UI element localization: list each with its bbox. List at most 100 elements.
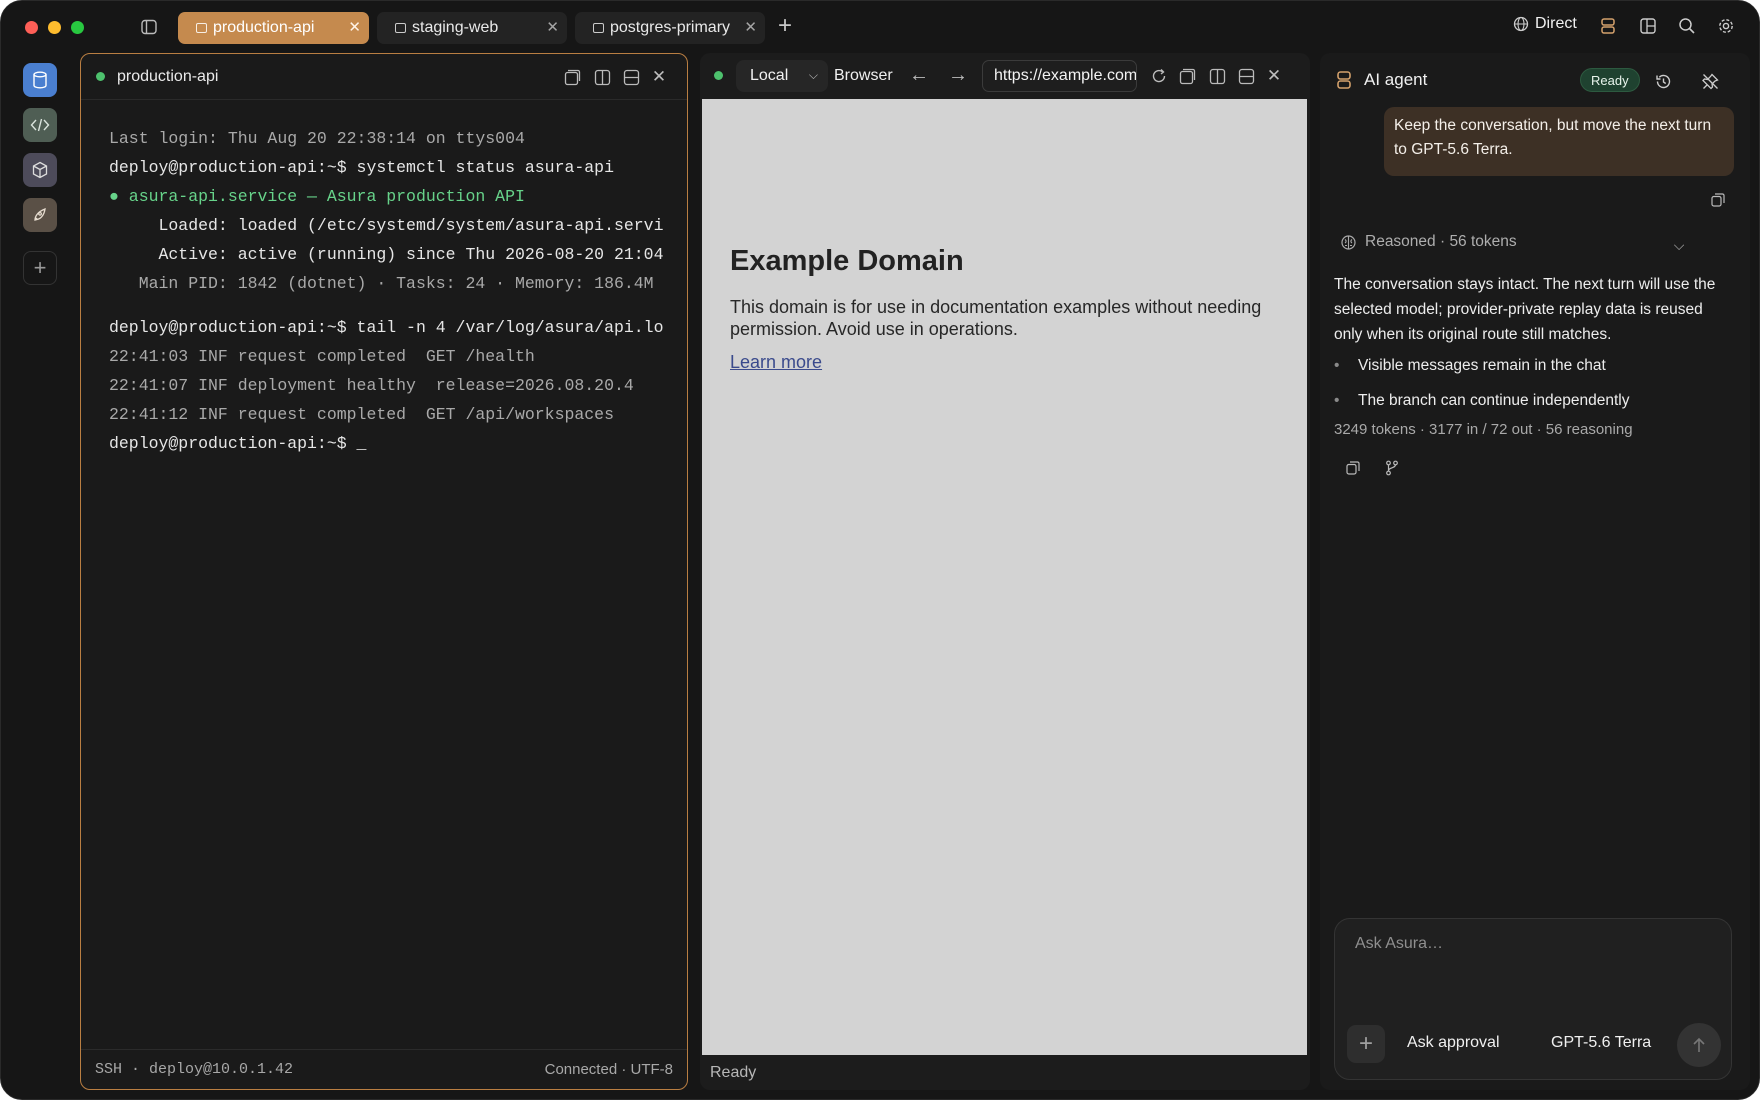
title-bar: production-api ✕ staging-web ✕ postgres-… [1, 1, 1759, 53]
zoom-window-button[interactable] [71, 21, 84, 34]
new-tab-button[interactable]: + [773, 12, 797, 39]
new-window-icon[interactable] [1177, 66, 1197, 86]
terminal-line: 22:41:07 INF deployment healthy release=… [109, 376, 634, 395]
terminal-line: Last login: Thu Aug 20 22:38:14 on ttys0… [109, 129, 525, 148]
token-usage: 3249 tokens · 3177 in / 72 out · 56 reas… [1334, 421, 1633, 438]
terminal-status-bar: SSH · deploy@10.0.1.42 Connected · UTF-8 [81, 1049, 687, 1089]
browser-status-dot [714, 71, 723, 80]
history-icon[interactable] [1653, 71, 1673, 91]
forward-arrow-icon[interactable]: → [948, 64, 968, 86]
terminal-line: Active: active (running) since Thu 2026-… [109, 245, 664, 264]
web-page-heading: Example Domain [730, 245, 964, 277]
database-workspace-button[interactable] [23, 63, 57, 97]
search-icon[interactable] [1676, 15, 1698, 37]
code-icon [30, 118, 50, 132]
deploy-workspace-button[interactable] [23, 198, 57, 232]
minimize-window-button[interactable] [48, 21, 61, 34]
terminal-pane[interactable]: production-api ✕ Last login: Thu Aug 20 … [80, 53, 688, 1090]
reload-icon[interactable] [1149, 66, 1169, 86]
terminal-prompt: deploy@production-api:~$ _ [109, 434, 367, 453]
list-item: • Visible messages remain in the chat [1334, 357, 1606, 374]
list-item-text: Visible messages remain in the chat [1358, 357, 1606, 374]
tab-staging-web[interactable]: staging-web ✕ [377, 12, 567, 44]
unpin-icon[interactable] [1700, 71, 1720, 91]
reasoning-summary: Reasoned · 56 tokens [1365, 233, 1517, 250]
send-button[interactable] [1677, 1023, 1721, 1067]
agent-toggle-icon[interactable] [1597, 15, 1619, 37]
url-input[interactable]: https://example.com [982, 60, 1137, 92]
connection-mode-selector[interactable]: Direct [1513, 15, 1577, 33]
database-icon [33, 71, 47, 89]
copy-icon[interactable] [1708, 190, 1728, 210]
add-workspace-button[interactable]: + [23, 251, 57, 285]
terminal-tab-icon [593, 23, 604, 33]
brain-icon [1341, 234, 1356, 250]
package-icon [32, 161, 48, 179]
package-workspace-button[interactable] [23, 153, 57, 187]
close-tab-icon[interactable]: ✕ [348, 18, 361, 36]
arrow-up-icon [1693, 1037, 1705, 1052]
composer-placeholder: Ask Asura… [1355, 935, 1444, 952]
ssh-connection-info: SSH · deploy@10.0.1.42 [95, 1061, 294, 1078]
terminal-tab-icon [395, 23, 406, 33]
copy-icon[interactable] [1343, 458, 1363, 478]
tab-production-api[interactable]: production-api ✕ [178, 12, 369, 44]
gear-icon[interactable] [1715, 15, 1737, 37]
target-selector[interactable]: Local ⌵ [736, 60, 828, 92]
terminal-line: Loaded: loaded (/etc/systemd/system/asur… [109, 216, 664, 235]
app-window: production-api ✕ staging-web ✕ postgres-… [0, 0, 1760, 1100]
terminal-line: Main PID: 1842 (dotnet) · Tasks: 24 · Me… [109, 274, 654, 293]
tab-label: staging-web [412, 19, 499, 36]
browser-pane: Local ⌵ Browser ← → https://example.com … [700, 53, 1310, 1090]
tab-label: production-api [213, 19, 315, 36]
split-vertical-icon[interactable] [1207, 66, 1227, 86]
connection-status: Connected · UTF-8 [544, 1061, 673, 1078]
url-text: https://example.com [994, 67, 1137, 84]
assistant-message: The conversation stays intact. The next … [1334, 276, 1716, 343]
split-horizontal-icon[interactable] [621, 67, 641, 87]
terminal-header: production-api ✕ [81, 54, 687, 100]
terminal-line: 22:41:03 INF request completed GET /heal… [109, 347, 535, 366]
terminal-line: deploy@production-api:~$ tail -n 4 /var/… [109, 318, 664, 337]
split-vertical-icon[interactable] [592, 67, 612, 87]
split-horizontal-icon[interactable] [1236, 66, 1256, 86]
sidebar-toggle-icon[interactable] [138, 16, 160, 38]
browser-viewport[interactable]: Example Domain This domain is for use in… [702, 99, 1307, 1055]
approval-mode-selector[interactable]: Ask approval [1407, 1034, 1500, 1052]
branch-icon[interactable] [1382, 458, 1402, 478]
browser-label: Browser [834, 67, 893, 84]
back-arrow-icon[interactable]: ← [909, 64, 929, 86]
message-composer[interactable]: Ask Asura… + Ask approval GPT-5.6 Terra [1334, 918, 1732, 1080]
close-window-button[interactable] [25, 21, 38, 34]
close-tab-icon[interactable]: ✕ [546, 18, 559, 36]
web-page-paragraph: This domain is for use in documentation … [730, 297, 1262, 339]
chevron-down-icon[interactable]: ⌵ [1669, 235, 1689, 255]
list-item-text: The branch can continue independently [1358, 392, 1630, 409]
connection-mode-label: Direct [1535, 15, 1577, 32]
agent-pane: AI agent Ready Keep the conversation, bu… [1320, 53, 1750, 1090]
close-pane-icon[interactable]: ✕ [649, 67, 669, 87]
tab-postgres-primary[interactable]: postgres-primary ✕ [575, 12, 765, 44]
terminal-line: deploy@production-api:~$ systemctl statu… [109, 158, 614, 177]
browser-status: Ready [710, 1064, 757, 1081]
globe-icon [1513, 16, 1529, 32]
browser-status-bar: Ready [700, 1056, 756, 1090]
terminal-output[interactable]: Last login: Thu Aug 20 22:38:14 on ttys0… [109, 124, 664, 458]
model-selector[interactable]: GPT-5.6 Terra [1551, 1034, 1651, 1052]
agent-title: AI agent [1364, 70, 1428, 89]
list-item: • The branch can continue independently [1334, 392, 1630, 409]
terminal-line: 22:41:12 INF request completed GET /api/… [109, 405, 614, 424]
new-window-icon[interactable] [562, 67, 582, 87]
tab-label: postgres-primary [610, 19, 731, 36]
code-workspace-button[interactable] [23, 108, 57, 142]
sidebar: + [1, 53, 73, 1099]
close-tab-icon[interactable]: ✕ [744, 18, 757, 36]
terminal-title: production-api [117, 67, 219, 85]
attach-button[interactable]: + [1347, 1025, 1385, 1063]
reasoning-toggle[interactable]: Reasoned · 56 tokens [1340, 233, 1517, 251]
close-pane-icon[interactable]: ✕ [1264, 66, 1284, 86]
browser-toolbar: Local ⌵ Browser ← → https://example.com … [700, 53, 1310, 99]
layout-icon[interactable] [1637, 15, 1659, 37]
status-badge: Ready [1580, 68, 1640, 92]
learn-more-link[interactable]: Learn more [730, 352, 822, 373]
